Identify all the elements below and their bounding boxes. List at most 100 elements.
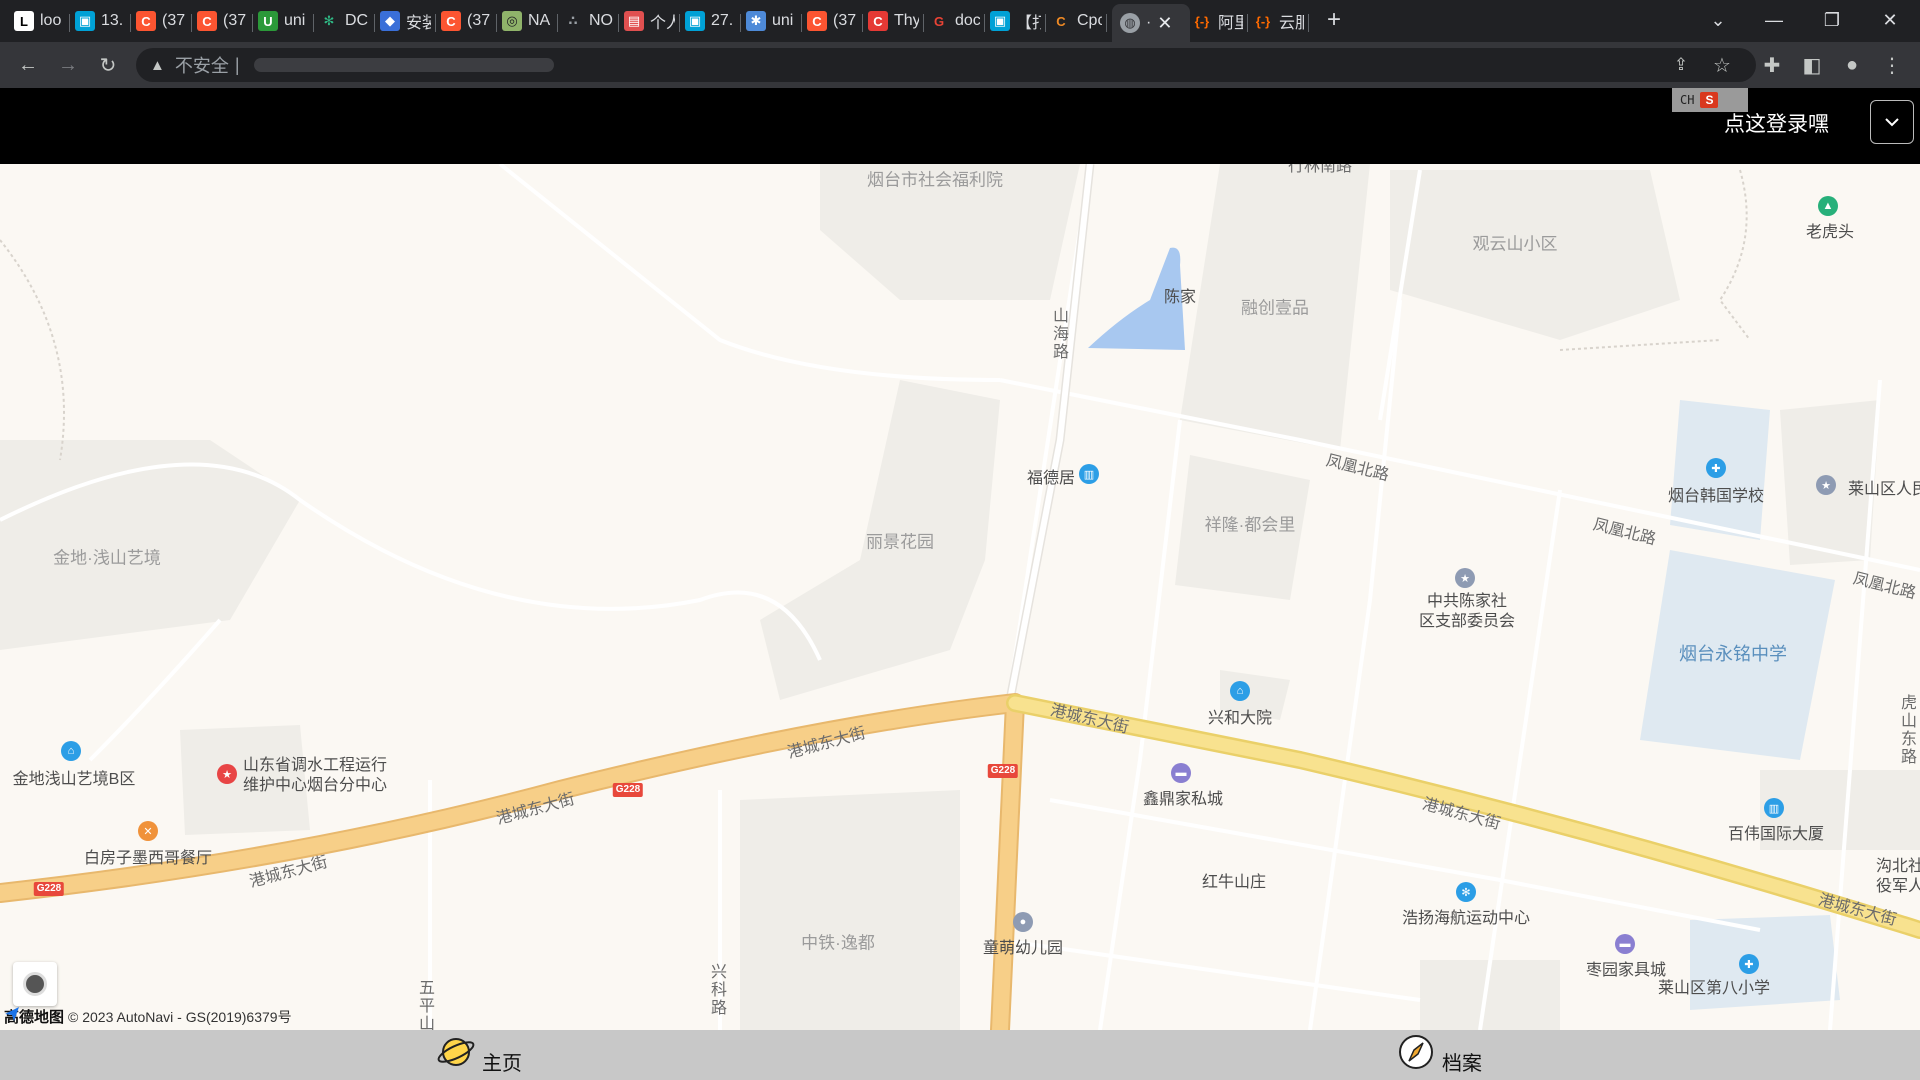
nav-home[interactable]: 主页 <box>436 1030 522 1080</box>
new-tab-icon[interactable]: + <box>1316 6 1352 34</box>
browser-tab-active[interactable]: ◍ · ✕ <box>1112 4 1190 42</box>
browser-tab[interactable]: C Cpc <box>1051 6 1102 36</box>
tab-separator <box>1308 14 1309 32</box>
close-window-icon[interactable]: ✕ <box>1872 6 1908 34</box>
poi-label[interactable]: 红牛山庄 <box>1202 868 1266 892</box>
reload-icon[interactable]: ↻ <box>92 50 124 80</box>
browser-tab[interactable]: C Thy <box>868 6 919 36</box>
browser-tab[interactable]: C (37 <box>441 6 492 36</box>
road-label-vertical[interactable]: 五平山 <box>412 979 436 1030</box>
menu-kebab-icon[interactable]: ⋮ <box>1876 50 1908 80</box>
tab-favicon-icon: C <box>1051 11 1071 31</box>
area-label[interactable]: 融创壹品 <box>1241 294 1309 319</box>
browser-tab[interactable]: ◎ NA <box>502 6 553 36</box>
area-label[interactable]: 丽景花园 <box>866 528 934 553</box>
dropdown-toggle-button[interactable] <box>1870 100 1914 144</box>
browser-tab[interactable]: ▣ 【打 <box>990 6 1041 36</box>
poi-marker-icon[interactable]: ▥ <box>1764 798 1784 818</box>
poi-marker-icon[interactable]: ⌂ <box>1230 681 1250 701</box>
poi-marker-icon[interactable]: ▬ <box>1615 934 1635 954</box>
poi-marker-icon[interactable]: ✕ <box>138 821 158 841</box>
tab-search-chevron-icon[interactable]: ⌄ <box>1700 6 1736 34</box>
poi-label[interactable]: 枣园家具城 <box>1586 956 1666 980</box>
area-label[interactable]: 烟台市社会福利院 <box>867 166 1003 191</box>
url-text-blurred[interactable] <box>253 58 554 72</box>
tab-separator <box>984 14 985 32</box>
poi-label[interactable]: 白房子墨西哥餐厅 <box>84 844 212 868</box>
poi-label[interactable]: 老虎头 <box>1806 218 1854 242</box>
poi-marker-icon[interactable]: ⌂ <box>61 741 81 761</box>
address-bar[interactable]: ▲ 不安全 | <box>136 48 1756 82</box>
bookmark-star-icon[interactable]: ☆ <box>1706 50 1738 80</box>
side-panel-icon[interactable]: ◧ <box>1796 50 1828 80</box>
browser-tab[interactable]: {-} 阿里 <box>1192 6 1243 36</box>
browser-tab[interactable]: Lloo <box>14 6 65 36</box>
poi-label[interactable]: 金地浅山艺境B区 <box>13 765 136 789</box>
poi-label[interactable]: 沟北社 役军人 <box>1876 857 1920 897</box>
forward-icon[interactable]: → <box>52 50 84 80</box>
browser-tab[interactable]: ✱ uni <box>746 6 797 36</box>
browser-tab[interactable]: ◆ 安装 <box>380 6 431 36</box>
road-label-vertical[interactable]: 虎山东路 <box>1894 694 1918 766</box>
poi-label[interactable]: 烟台韩国学校 <box>1668 482 1764 506</box>
browser-tab[interactable]: C (37 <box>807 6 858 36</box>
poi-label[interactable]: 莱山区第八小学 <box>1658 974 1770 998</box>
poi-marker-icon[interactable]: ▬ <box>1171 763 1191 783</box>
poi-label[interactable]: 浩扬海航运动中心 <box>1402 904 1530 928</box>
poi-label[interactable]: 陈家 <box>1164 283 1196 307</box>
road-label-vertical[interactable]: 兴科路 <box>704 963 728 1017</box>
road-label-vertical[interactable]: 山海路 <box>1046 307 1070 361</box>
share-icon[interactable]: ⇪ <box>1665 50 1697 80</box>
extensions-icon[interactable]: ✚ <box>1756 50 1788 80</box>
tab-title: loo <box>40 12 62 29</box>
poi-marker-icon[interactable]: ✚ <box>1706 458 1726 478</box>
poi-marker-icon[interactable]: ▥ <box>1079 464 1099 484</box>
warning-icon[interactable]: ▲ <box>150 57 165 74</box>
profile-icon[interactable]: ● <box>1836 50 1868 80</box>
poi-marker-icon[interactable]: ✻ <box>1456 882 1476 902</box>
area-label[interactable]: 金地·浅山艺境 <box>53 544 161 569</box>
poi-label[interactable]: 福德居 <box>1027 464 1075 488</box>
area-label[interactable]: 祥隆·都会里 <box>1205 511 1296 536</box>
restore-icon[interactable]: ❐ <box>1814 6 1850 34</box>
browser-tab[interactable]: C (37 <box>197 6 248 36</box>
poi-label[interactable]: 中共陈家社 区支部委员会 <box>1419 592 1515 632</box>
school-label[interactable]: 烟台永铭中学 <box>1679 640 1787 666</box>
area-label[interactable]: 中铁·逸都 <box>801 929 875 954</box>
browser-tab[interactable]: ✻ DC <box>319 6 370 36</box>
poi-label[interactable]: 莱山区人民 <box>1848 475 1920 499</box>
poi-marker-icon[interactable]: ● <box>1013 912 1033 932</box>
browser-tab[interactable]: ∴ NO <box>563 6 614 36</box>
map-view[interactable]: 烟台市社会福利院观云山小区融创壹品丽景花园 祥隆·都会里金地·浅山艺境中铁·逸都 烟… <box>0 164 1920 1030</box>
nav-archive[interactable]: 档案 <box>1396 1030 1482 1080</box>
browser-tab[interactable]: ▣ 27. <box>685 6 736 36</box>
browser-tab[interactable]: ▣ 13. <box>75 6 126 36</box>
tab-title: 安装 <box>406 15 431 32</box>
minimize-icon[interactable]: — <box>1756 6 1792 34</box>
poi-label[interactable]: 鑫鼎家私城 <box>1143 785 1223 809</box>
browser-tab[interactable]: Gdoc <box>929 6 980 36</box>
poi-marker-icon[interactable]: ✚ <box>1739 954 1759 974</box>
locate-button[interactable] <box>13 962 57 1006</box>
poi-label[interactable]: 百伟国际大厦 <box>1728 820 1824 844</box>
browser-tab[interactable]: ▤ 个人 <box>624 6 675 36</box>
road-label[interactable]: 行林南路 <box>1288 164 1352 176</box>
tab-close-icon[interactable]: ✕ <box>1157 13 1172 34</box>
poi-label[interactable]: 兴和大院 <box>1208 704 1272 728</box>
browser-tab[interactable]: {-} 云服 <box>1253 6 1304 36</box>
chevron-down-icon <box>1885 118 1899 127</box>
back-icon[interactable]: ← <box>12 50 44 80</box>
browser-tab[interactable]: Uuni <box>258 6 309 36</box>
browser-tab[interactable]: C (37 <box>136 6 187 36</box>
poi-marker-icon[interactable]: ★ <box>1455 568 1475 588</box>
area-label[interactable]: 观云山小区 <box>1473 230 1558 255</box>
poi-marker-icon[interactable]: ▲ <box>1818 196 1838 216</box>
attribution-text: © 2023 AutoNavi - GS(2019)6379号 <box>68 1008 292 1025</box>
poi-marker-icon[interactable]: ★ <box>1816 475 1836 495</box>
login-link[interactable]: 点这登录嘿 <box>1724 108 1829 138</box>
bottom-nav: 主页 档案 <box>0 1030 1920 1080</box>
poi-marker-icon[interactable]: ★ <box>217 764 237 784</box>
poi-label[interactable]: 山东省调水工程运行 维护中心烟台分中心 <box>243 756 387 796</box>
poi-label[interactable]: 童萌幼儿园 <box>983 934 1063 958</box>
insecure-label[interactable]: 不安全 <box>175 52 229 78</box>
